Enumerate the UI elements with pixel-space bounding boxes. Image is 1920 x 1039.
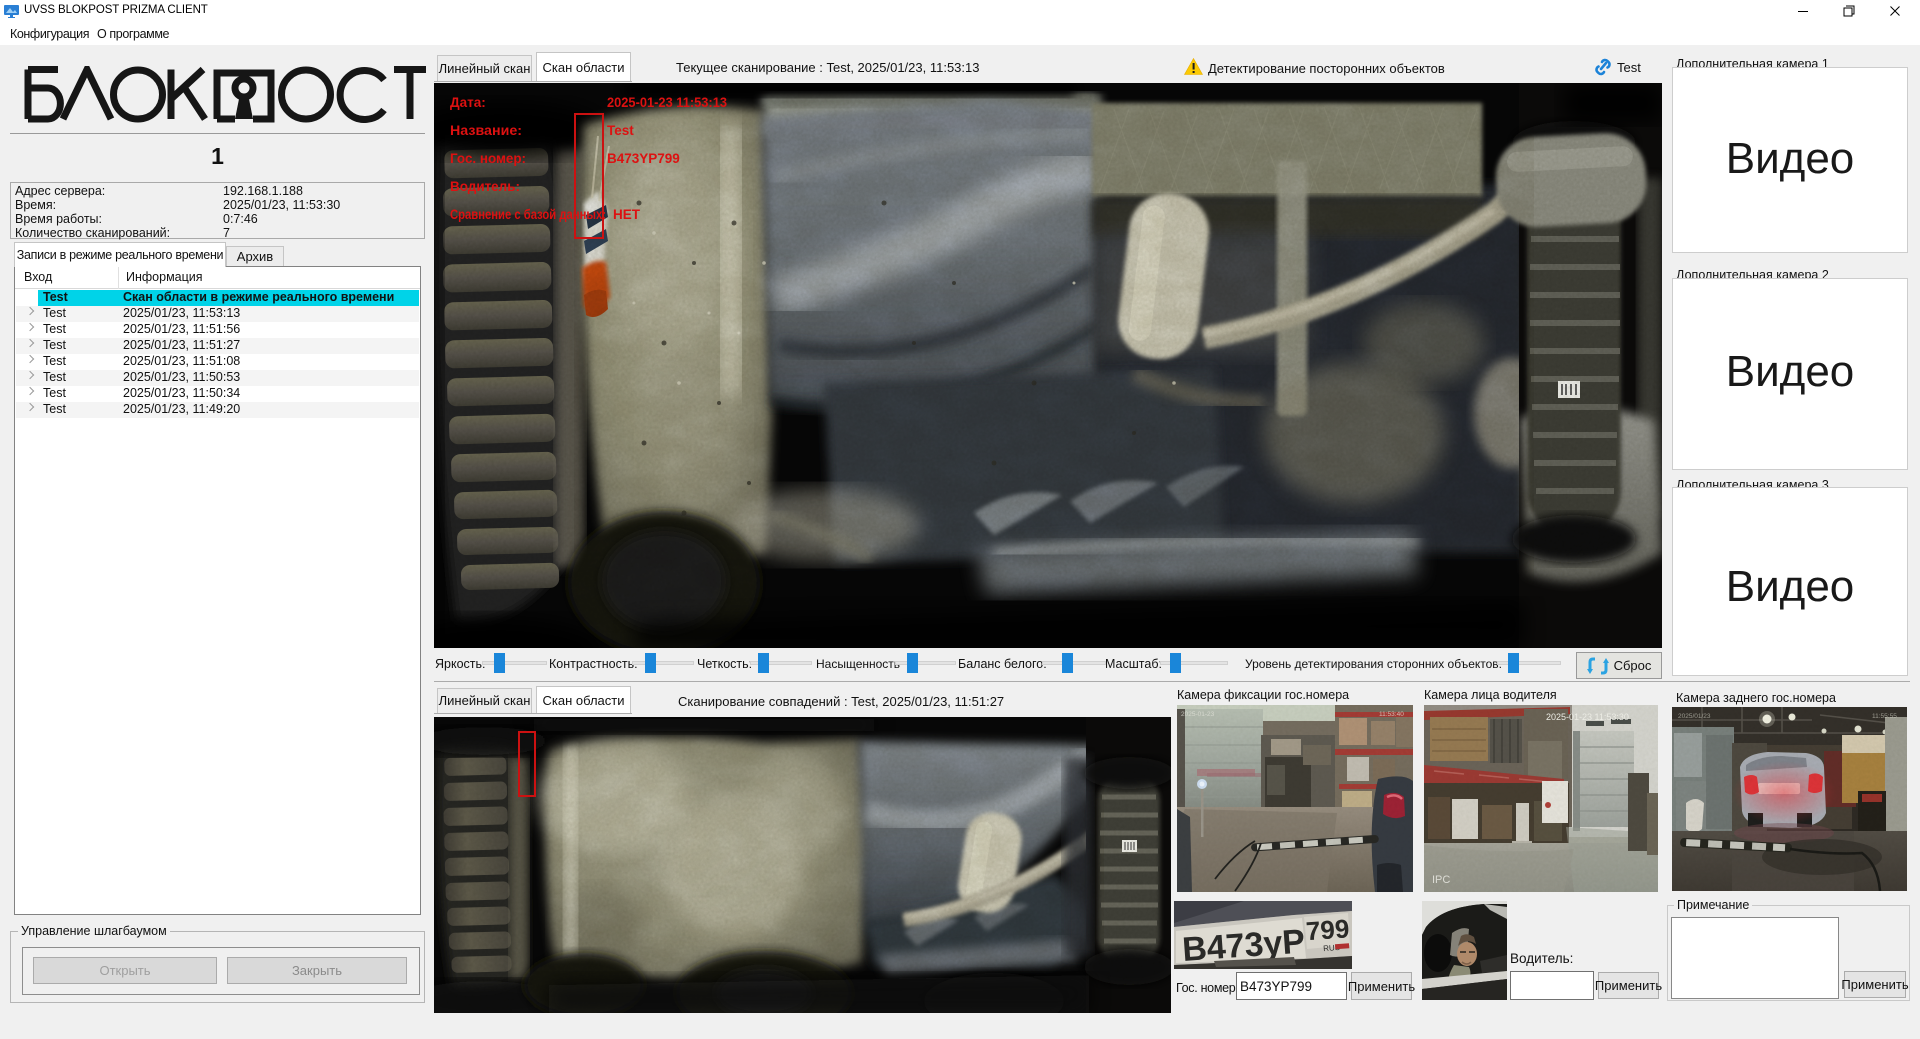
svg-text:2025-01-23 11:53:13: 2025-01-23 11:53:13 bbox=[607, 95, 727, 110]
svg-text:Test: Test bbox=[607, 123, 634, 138]
svg-text:B473YP799: B473YP799 bbox=[607, 151, 680, 166]
svg-text:Водитель:: Водитель: bbox=[450, 179, 520, 194]
svg-text:799: 799 bbox=[1305, 913, 1350, 946]
svg-text:Сравнение с базой данных:: Сравнение с базой данных: bbox=[450, 207, 606, 222]
svg-text:Дата:: Дата: bbox=[450, 95, 486, 110]
svg-text:Название:: Название: bbox=[450, 123, 522, 138]
svg-text:НЕТ: НЕТ bbox=[613, 207, 641, 222]
svg-text:Гос. номер:: Гос. номер: bbox=[450, 151, 526, 166]
